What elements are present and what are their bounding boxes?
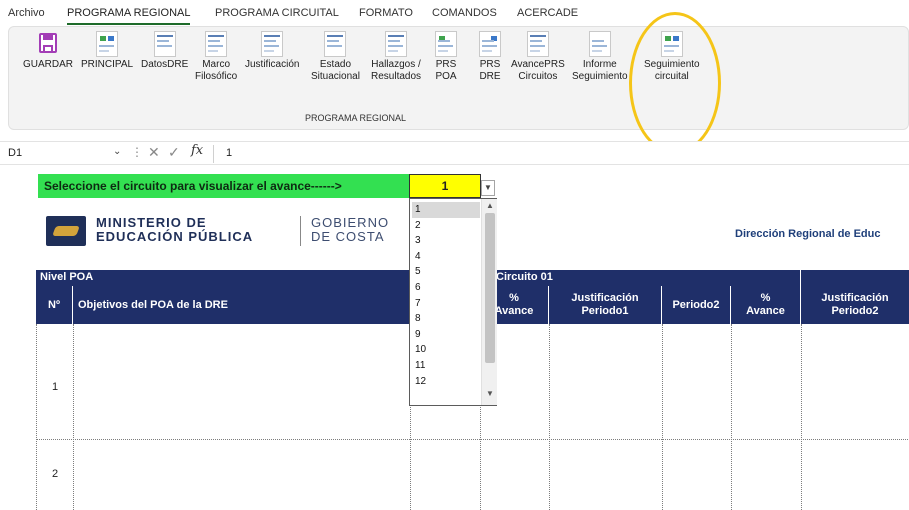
tab-comandos[interactable]: COMANDOS — [432, 7, 497, 19]
circuito-header: Circuito 01 — [496, 271, 553, 283]
hallazgos-resultados-button[interactable]: Hallazgos / Resultados — [371, 31, 421, 83]
ribbon-label: Hallazgos / — [371, 59, 421, 70]
dropdown-scrollbar[interactable]: ▲ ▼ — [481, 199, 497, 405]
prs-poa-button[interactable]: PRS POA — [435, 31, 457, 83]
col-objetivos-header: Objetivos del POA de la DRE — [72, 286, 409, 324]
circuit-prompt: Seleccione el circuito para visualizar e… — [38, 174, 409, 198]
justificacion-button[interactable]: Justificación — [245, 31, 299, 71]
dropdown-option[interactable]: 3 — [412, 233, 480, 249]
costa-rica-map-icon — [46, 216, 86, 246]
dropdown-option[interactable]: 7 — [412, 296, 480, 312]
col-justificacion1-header: Justificación Periodo1 — [548, 286, 661, 324]
direccion-regional-title: Dirección Regional de Educ — [735, 228, 881, 240]
ribbon-label: Justificación — [245, 59, 300, 70]
dropdown-option[interactable]: 4 — [412, 249, 480, 265]
ribbon-label: DatosDRE — [141, 59, 189, 70]
sheet-thumbnail-icon — [385, 31, 408, 57]
ribbon-label: PRINCIPAL — [81, 59, 134, 70]
ribbon-label: GUARDAR — [23, 59, 74, 70]
dropdown-option[interactable]: 6 — [412, 280, 480, 296]
ribbon-label: circuital — [654, 71, 689, 82]
ribbon-label: PRS — [479, 59, 501, 70]
col-num-header: Nº — [48, 298, 60, 311]
sheet-thumbnail-icon — [153, 31, 176, 57]
sheet-thumbnail-icon — [479, 31, 501, 57]
formula-bar-more-icon: ⋮ — [131, 145, 143, 159]
sheet-thumbnail-icon — [324, 31, 347, 57]
ribbon-label: Resultados — [371, 71, 422, 82]
ribbon: GUARDAR PRINCIPAL DatosDRE Marco Filosóf… — [8, 26, 909, 130]
logo-divider — [300, 216, 301, 246]
menu-bar: Archivo PROGRAMA REGIONAL PROGRAMA CIRCU… — [0, 0, 909, 25]
principal-button[interactable]: PRINCIPAL — [81, 31, 133, 71]
formula-bar: D1 ⌄ ⋮ ✕ ✓ fx 1 — [0, 141, 909, 165]
nivel-poa-header: Nivel POA — [40, 271, 94, 283]
formula-bar-divider — [213, 145, 214, 163]
sheet-thumbnail-icon — [660, 31, 683, 57]
prs-dre-button[interactable]: PRS DRE — [479, 31, 501, 83]
scroll-down-icon[interactable]: ▼ — [482, 389, 498, 399]
informe-seguimiento-button[interactable]: Informe Seguimiento — [572, 31, 628, 83]
dropdown-option[interactable]: 2 — [412, 218, 480, 234]
ribbon-label: Informe — [582, 59, 617, 70]
enter-check-icon[interactable]: ✓ — [168, 144, 180, 161]
ribbon-label: Estado — [319, 59, 352, 70]
ribbon-label: PRS — [435, 59, 457, 70]
dropdown-option[interactable]: 8 — [412, 311, 480, 327]
col-justificacion2-header: Justificación Periodo2 — [800, 286, 909, 324]
table-row-number: 1 — [51, 381, 59, 393]
mep-logo: MINISTERIO DE EDUCACIÓN PÚBLICA GOBIERNO… — [46, 214, 411, 246]
dropdown-option[interactable]: 5 — [412, 264, 480, 280]
logo-gobierno-text: GOBIERNO DE COSTA — [311, 215, 390, 244]
ribbon-label: POA — [435, 71, 457, 82]
circuit-dropdown-list[interactable]: 1 2 3 4 5 6 7 8 9 10 11 12 ▲ ▼ — [409, 198, 497, 406]
tab-formato[interactable]: FORMATO — [359, 7, 413, 19]
dropdown-option[interactable]: 10 — [412, 342, 480, 358]
col-avance2-header: % Avance — [730, 286, 800, 324]
sheet-thumbnail-icon — [96, 31, 119, 57]
table-row-number: 2 — [51, 468, 59, 480]
save-icon — [37, 31, 59, 57]
tab-archivo[interactable]: Archivo — [8, 7, 45, 19]
ribbon-label: Seguimiento — [644, 59, 700, 70]
circuit-select-cell[interactable]: 1 — [409, 174, 481, 198]
col-periodo2-header: Periodo2 — [661, 286, 730, 324]
marco-filosofico-button[interactable]: Marco Filosófico — [195, 31, 237, 83]
ribbon-label: AvancePRS — [511, 59, 565, 70]
tab-acercade[interactable]: ACERCADE — [517, 7, 578, 19]
name-box[interactable]: D1 — [4, 145, 104, 163]
ribbon-label: Filosófico — [195, 71, 238, 82]
dropdown-arrow-icon[interactable]: ▼ — [481, 180, 495, 196]
datosdre-button[interactable]: DatosDRE — [141, 31, 188, 71]
chevron-down-icon[interactable]: ⌄ — [113, 146, 121, 157]
sheet-thumbnail-icon — [261, 31, 284, 57]
estado-situacional-button[interactable]: Estado Situacional — [311, 31, 360, 83]
ribbon-label: Seguimiento — [572, 71, 628, 82]
cancel-icon[interactable]: ✕ — [148, 144, 160, 161]
logo-ministerio-text: MINISTERIO DE EDUCACIÓN PÚBLICA — [96, 215, 254, 244]
scroll-thumb[interactable] — [485, 213, 495, 363]
ribbon-label: Situacional — [311, 71, 360, 82]
avance-prs-circuitos-button[interactable]: AvancePRS Circuitos — [511, 31, 565, 83]
ribbon-group-label: PROGRAMA REGIONAL — [305, 113, 407, 123]
dropdown-option[interactable]: 12 — [412, 374, 480, 390]
dropdown-option[interactable]: 1 — [412, 202, 480, 218]
sheet-thumbnail-icon — [205, 31, 228, 57]
formula-input[interactable]: 1 — [226, 145, 886, 163]
scroll-up-icon[interactable]: ▲ — [482, 201, 498, 211]
tab-programa-circuital[interactable]: PROGRAMA CIRCUITAL — [215, 7, 339, 19]
guardar-button[interactable]: GUARDAR — [23, 31, 73, 71]
sheet-thumbnail-icon — [435, 31, 457, 57]
dropdown-option[interactable]: 9 — [412, 327, 480, 343]
dropdown-option[interactable]: 11 — [412, 358, 480, 374]
sheet-thumbnail-icon — [526, 31, 549, 57]
ribbon-label: DRE — [479, 71, 501, 82]
tab-programa-regional[interactable]: PROGRAMA REGIONAL — [67, 7, 191, 25]
ribbon-label: Marco — [202, 59, 231, 70]
ribbon-label: Circuitos — [518, 71, 558, 82]
insert-function-button[interactable]: fx — [191, 143, 203, 158]
seguimiento-circuital-button[interactable]: Seguimiento circuital — [644, 31, 700, 83]
sheet-thumbnail-icon — [588, 31, 611, 57]
